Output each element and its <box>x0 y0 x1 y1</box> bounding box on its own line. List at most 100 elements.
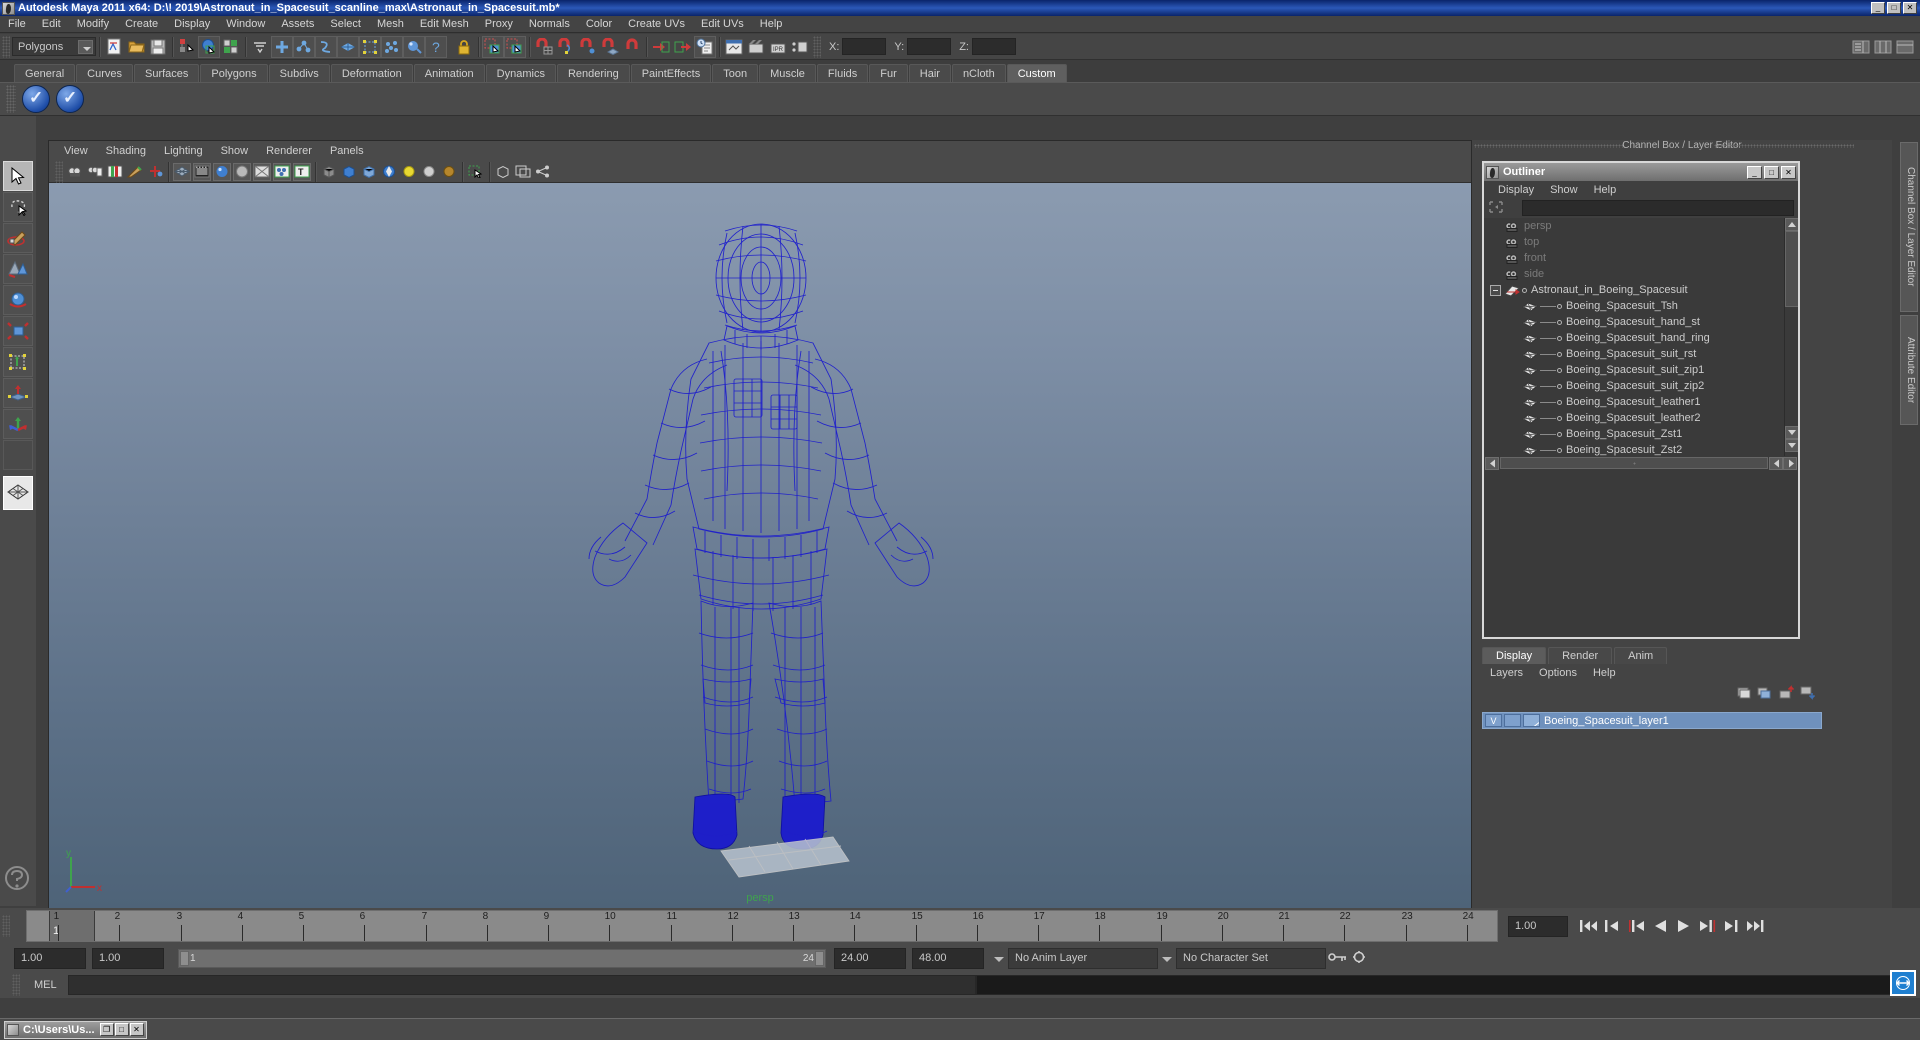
shelf-tab-hair[interactable]: Hair <box>908 64 951 82</box>
taskbar-maximize-button[interactable]: □ <box>114 1023 129 1036</box>
outliner-menu-display[interactable]: Display <box>1490 184 1542 196</box>
select-tool-a-icon[interactable] <box>482 35 504 58</box>
viewport-menu-renderer[interactable]: Renderer <box>257 144 321 158</box>
tab-channel-box-layer-editor[interactable]: Channel Box / Layer Editor <box>1900 142 1918 312</box>
select-by-component-icon[interactable] <box>220 36 242 58</box>
move-layer-up-icon[interactable] <box>1778 684 1795 702</box>
layer-menu-options[interactable]: Options <box>1531 667 1585 679</box>
outliner-menu-show[interactable]: Show <box>1542 184 1586 196</box>
shelf-tab-dynamics[interactable]: Dynamics <box>485 64 556 82</box>
mask-curves-icon[interactable] <box>315 35 337 58</box>
render-current-frame-icon[interactable] <box>745 36 767 58</box>
play-forwards-button[interactable] <box>1672 914 1696 938</box>
layer-tab-render[interactable]: Render <box>1548 647 1613 664</box>
range-start-time-field[interactable]: 1.00 <box>92 947 164 969</box>
menu-item-modify[interactable]: Modify <box>69 16 117 32</box>
go-to-start-button[interactable] <box>1576 914 1600 938</box>
toolbox-help-icon[interactable] <box>3 864 33 894</box>
lasso-tool[interactable] <box>3 192 33 222</box>
perspective-viewport[interactable]: persp y x <box>49 183 1471 909</box>
anim-layer-dropdown-icon[interactable] <box>990 949 1008 968</box>
new-scene-icon[interactable] <box>103 36 125 58</box>
outliner-row[interactable]: Boeing_Spacesuit_suit_zip2 <box>1484 378 1798 394</box>
layer-visibility-toggle[interactable]: V <box>1485 714 1502 727</box>
output-connections-icon[interactable] <box>672 36 694 58</box>
scrollbar-thumb[interactable] <box>1785 231 1798 307</box>
smooth-shade-icon[interactable] <box>213 162 231 181</box>
menu-item-display[interactable]: Display <box>166 16 218 32</box>
mask-handles-icon[interactable] <box>271 35 293 58</box>
texture-display-icon[interactable] <box>273 162 291 181</box>
shadows-icon[interactable] <box>440 163 458 181</box>
snap-to-curve-icon[interactable] <box>555 36 577 58</box>
viewport-menu-shading[interactable]: Shading <box>97 144 155 158</box>
menu-item-file[interactable]: File <box>0 16 34 32</box>
shelf-item-1-icon[interactable] <box>22 85 50 113</box>
outliner-row[interactable]: Boeing_Spacesuit_suit_zip1 <box>1484 362 1798 378</box>
mask-surfaces-icon[interactable] <box>337 35 359 58</box>
mask-misc-icon[interactable]: ? <box>425 35 447 58</box>
shelf-tab-rendering[interactable]: Rendering <box>556 64 630 82</box>
menu-item-mesh[interactable]: Mesh <box>369 16 412 32</box>
toolbar-grip[interactable] <box>2 35 10 58</box>
hscroll-right-button-1[interactable] <box>1769 456 1783 470</box>
taskbar-close-button[interactable]: ✕ <box>129 1023 144 1036</box>
help-overlay-button[interactable] <box>1890 970 1916 996</box>
flat-shade-icon[interactable] <box>233 162 251 181</box>
outliner-vertical-scrollbar[interactable] <box>1784 218 1798 456</box>
save-scene-icon[interactable] <box>147 36 169 58</box>
outliner-row[interactable]: Boeing_Spacesuit_leather1 <box>1484 394 1798 410</box>
range-handle-left[interactable] <box>180 950 189 966</box>
outliner-minimize-button[interactable]: _ <box>1747 165 1762 179</box>
shelf-tab-polygons[interactable]: Polygons <box>200 64 268 82</box>
outliner-row[interactable]: Boeing_Spacesuit_Zst2 <box>1484 442 1798 456</box>
minimize-button[interactable]: _ <box>1871 2 1885 14</box>
select-by-hierarchy-icon[interactable] <box>176 36 198 58</box>
show-attribute-editor-icon[interactable] <box>1872 36 1894 58</box>
mel-command-input[interactable] <box>68 975 976 995</box>
scale-tool[interactable] <box>3 316 33 346</box>
shelf-tab-deformation[interactable]: Deformation <box>330 64 413 82</box>
outliner-horizontal-scrollbar[interactable] <box>1484 456 1798 470</box>
outliner-row[interactable]: Boeing_Spacesuit_hand_ring <box>1484 330 1798 346</box>
layer-tab-display[interactable]: Display <box>1482 647 1547 664</box>
xray-icon[interactable] <box>253 162 271 181</box>
character-set-field[interactable]: No Character Set <box>1176 947 1326 969</box>
scroll-down-button-2[interactable] <box>1785 439 1798 452</box>
shelf-tab-muscle[interactable]: Muscle <box>759 64 816 82</box>
menu-item-window[interactable]: Window <box>218 16 273 32</box>
shelf-item-2-icon[interactable] <box>56 85 84 113</box>
go-to-end-button[interactable] <box>1744 914 1768 938</box>
range-slider-bar[interactable]: 1 24 <box>178 948 826 968</box>
default-light-icon[interactable] <box>400 163 418 181</box>
shelf-tab-fluids[interactable]: Fluids <box>816 64 869 82</box>
all-lights-icon[interactable] <box>420 163 438 181</box>
outliner-expand-toggle[interactable] <box>1490 284 1501 296</box>
scroll-up-button[interactable] <box>1785 218 1798 231</box>
menu-item-edit-mesh[interactable]: Edit Mesh <box>412 16 477 32</box>
time-slider-grip[interactable] <box>2 915 10 937</box>
snap-to-point-icon[interactable] <box>577 36 599 58</box>
paint-selection-tool[interactable] <box>3 223 33 253</box>
shelf-tab-toon[interactable]: Toon <box>712 64 759 82</box>
lasso-paint-tool[interactable] <box>3 254 33 284</box>
y-coord-field[interactable] <box>907 38 952 55</box>
component-mask-icon[interactable] <box>249 36 271 58</box>
lock-icon[interactable] <box>453 36 475 58</box>
create-layer-from-selected-icon[interactable] <box>1757 685 1774 702</box>
text-display-icon[interactable]: T <box>293 162 311 181</box>
viewport-menu-show[interactable]: Show <box>212 144 258 158</box>
outliner-item-list[interactable]: persp top front side Astronaut_in_Boeing_Spa… <box>1484 218 1798 456</box>
viewport-menu-lighting[interactable]: Lighting <box>155 144 212 158</box>
construction-history-icon[interactable] <box>694 35 716 58</box>
shelf-tab-surfaces[interactable]: Surfaces <box>133 64 200 82</box>
time-slider-track[interactable]: 1 1 2 3 4 5 6 7 8 9 10 11 12 13 14 15 16 17 18 19 20 21 22 23 2… <box>26 910 1498 942</box>
hscroll-left-button[interactable] <box>1485 456 1499 470</box>
menu-item-assets[interactable]: Assets <box>273 16 322 32</box>
anim-start-time-field[interactable]: 1.00 <box>14 947 86 969</box>
mask-rendering-icon[interactable] <box>403 35 425 58</box>
hscrollbar-thumb[interactable] <box>1500 457 1768 469</box>
auto-key-icon[interactable] <box>1328 949 1350 968</box>
layer-tab-anim[interactable]: Anim <box>1614 647 1668 664</box>
shelf-tab-ncloth[interactable]: nCloth <box>951 64 1006 82</box>
